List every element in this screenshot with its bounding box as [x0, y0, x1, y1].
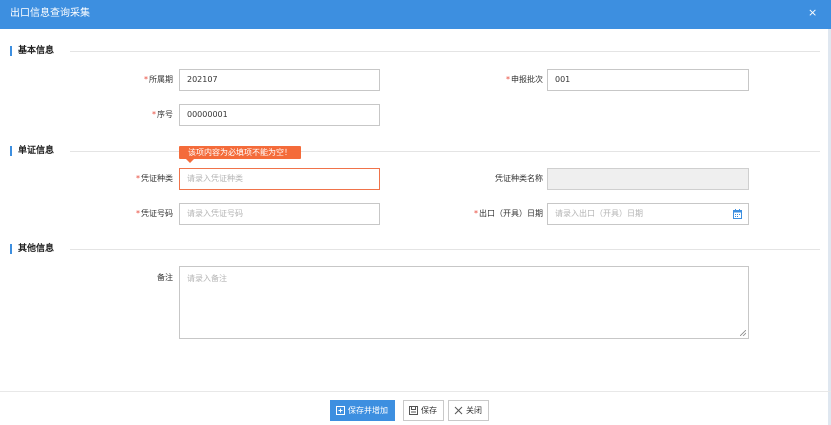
batch-input[interactable]: 001 — [547, 69, 749, 91]
remark-placeholder: 请录入备注 — [187, 274, 227, 283]
section-marker — [10, 244, 12, 254]
export-date-input[interactable]: 请录入出口（开具）日期 — [547, 203, 749, 225]
save-button[interactable]: 保存 — [403, 400, 444, 421]
seq-label: *序号 — [152, 110, 173, 119]
section-title: 其他信息 — [18, 244, 55, 254]
voucher-type-label: *凭证种类 — [136, 174, 173, 183]
section-divider — [70, 249, 820, 250]
save-add-icon — [336, 406, 345, 415]
close-button[interactable]: 关闭 — [448, 400, 489, 421]
footer-divider — [0, 391, 831, 392]
save-and-add-button[interactable]: 保存并增加 — [330, 400, 395, 421]
seq-input[interactable]: 00000001 — [179, 104, 380, 126]
section-title: 基本信息 — [18, 46, 55, 56]
batch-label: *申报批次 — [506, 75, 543, 84]
export-info-dialog: 出口信息查询采集 × 基本信息 *所属期 202107 *申报批次 001 *序… — [0, 0, 831, 425]
export-date-placeholder: 请录入出口（开具）日期 — [555, 209, 643, 218]
dialog-title: 出口信息查询采集 — [10, 8, 90, 19]
period-label: *所属期 — [144, 75, 173, 84]
section-basic-info: 基本信息 — [10, 44, 820, 58]
dialog-close-icon[interactable]: × — [808, 6, 818, 20]
voucher-no-label: *凭证号码 — [136, 209, 173, 218]
voucher-type-name-label: 凭证种类名称 — [495, 174, 543, 183]
save-icon — [409, 406, 418, 415]
close-label: 关闭 — [466, 406, 482, 415]
validation-error-tooltip: 该项内容为必填项不能为空！ — [179, 146, 301, 159]
resize-handle-icon[interactable] — [740, 330, 746, 336]
period-input[interactable]: 202107 — [179, 69, 380, 91]
section-divider — [70, 51, 820, 52]
dialog-titlebar: 出口信息查询采集 × — [0, 0, 831, 29]
export-date-label: *出口（开具）日期 — [474, 209, 543, 218]
tooltip-arrow — [186, 159, 194, 163]
section-marker — [10, 46, 12, 56]
section-title: 单证信息 — [18, 146, 55, 156]
remark-label: 备注 — [157, 273, 173, 282]
save-and-add-label: 保存并增加 — [348, 406, 388, 415]
section-marker — [10, 146, 12, 156]
voucher-no-input[interactable]: 请录入凭证号码 — [179, 203, 380, 225]
calendar-icon[interactable] — [733, 209, 742, 219]
section-voucher-info: 单证信息 — [10, 144, 820, 158]
voucher-type-input[interactable]: 请录入凭证种类 — [179, 168, 380, 190]
voucher-type-name-input — [547, 168, 749, 190]
save-label: 保存 — [421, 406, 437, 415]
remark-textarea[interactable]: 请录入备注 — [179, 266, 749, 339]
section-other-info: 其他信息 — [10, 242, 820, 256]
close-icon — [454, 406, 463, 415]
